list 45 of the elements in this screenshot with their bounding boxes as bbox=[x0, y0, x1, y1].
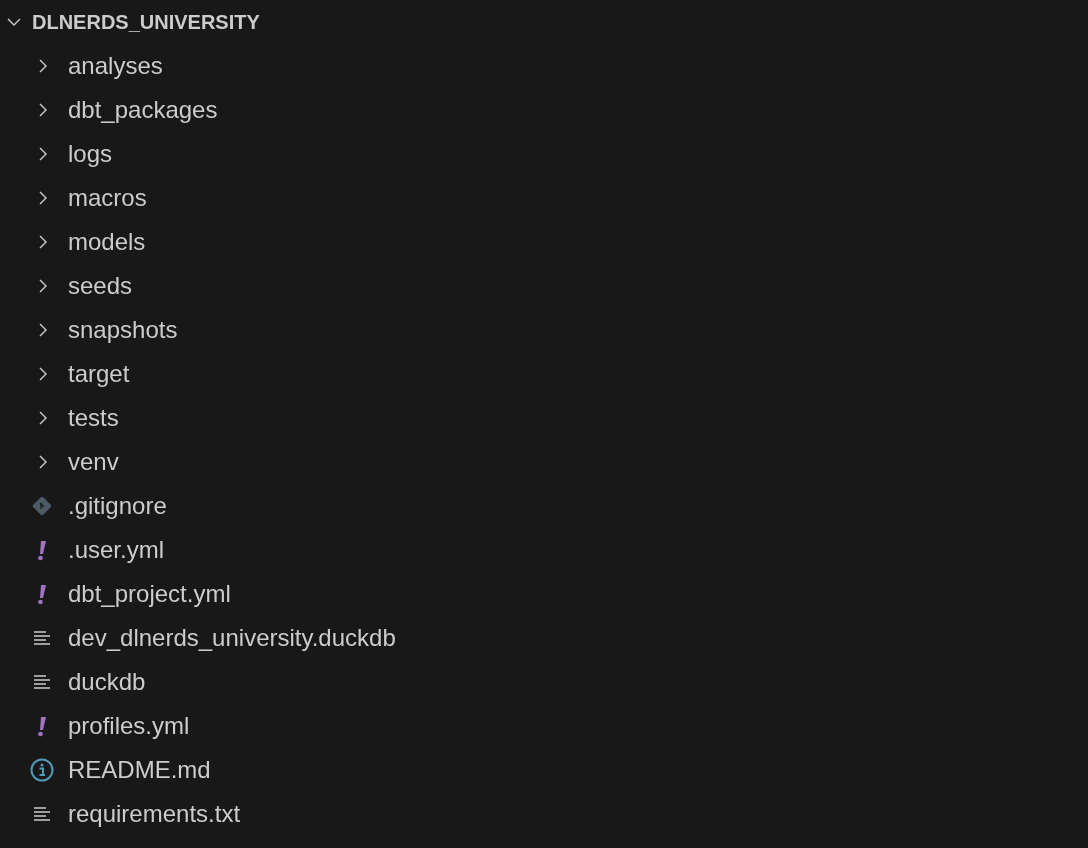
item-label: profiles.yml bbox=[68, 711, 190, 741]
item-label: models bbox=[68, 227, 146, 257]
item-label: seeds bbox=[68, 271, 133, 301]
item-label: snapshots bbox=[68, 315, 178, 345]
item-label: .gitignore bbox=[68, 491, 167, 521]
folder-item[interactable]: tests bbox=[0, 396, 1088, 440]
lines-icon bbox=[33, 806, 51, 822]
item-label: requirements.txt bbox=[68, 799, 241, 829]
item-label: dev_dlnerds_university.duckdb bbox=[68, 623, 396, 653]
folder-item[interactable]: models bbox=[0, 220, 1088, 264]
exclamation-icon bbox=[37, 539, 47, 561]
file-item[interactable]: dbt_project.yml bbox=[0, 572, 1088, 616]
exclamation-icon bbox=[37, 583, 47, 605]
file-item[interactable]: dev_dlnerds_university.duckdb bbox=[0, 616, 1088, 660]
folder-item[interactable]: macros bbox=[0, 176, 1088, 220]
item-label: dbt_packages bbox=[68, 95, 218, 125]
item-label: .user.yml bbox=[68, 535, 165, 565]
exclamation-icon bbox=[37, 715, 47, 737]
item-label: target bbox=[68, 359, 130, 389]
file-item[interactable]: .gitignore bbox=[0, 484, 1088, 528]
file-item[interactable]: profiles.yml bbox=[0, 704, 1088, 748]
item-label: dbt_project.yml bbox=[68, 579, 231, 609]
item-label: logs bbox=[68, 139, 113, 169]
item-label: macros bbox=[68, 183, 147, 213]
item-label: analyses bbox=[68, 51, 163, 81]
folder-item[interactable]: target bbox=[0, 352, 1088, 396]
root-folder-label: DLNERDS_UNIVERSITY bbox=[32, 10, 260, 35]
item-label: venv bbox=[68, 447, 119, 477]
file-item[interactable]: .user.yml bbox=[0, 528, 1088, 572]
info-icon bbox=[30, 758, 54, 782]
folder-item[interactable]: snapshots bbox=[0, 308, 1088, 352]
file-item[interactable]: README.md bbox=[0, 748, 1088, 792]
folder-item[interactable]: dbt_packages bbox=[0, 88, 1088, 132]
item-label: README.md bbox=[68, 755, 211, 785]
folder-item[interactable]: venv bbox=[0, 440, 1088, 484]
lines-icon bbox=[33, 630, 51, 646]
lines-icon bbox=[33, 674, 51, 690]
explorer-root[interactable]: DLNERDS_UNIVERSITY bbox=[0, 0, 1088, 44]
folder-item[interactable]: seeds bbox=[0, 264, 1088, 308]
folder-item[interactable]: analyses bbox=[0, 44, 1088, 88]
file-item[interactable]: duckdb bbox=[0, 660, 1088, 704]
file-item[interactable]: requirements.txt bbox=[0, 792, 1088, 836]
item-label: tests bbox=[68, 403, 119, 433]
item-label: duckdb bbox=[68, 667, 146, 697]
folder-item[interactable]: logs bbox=[0, 132, 1088, 176]
